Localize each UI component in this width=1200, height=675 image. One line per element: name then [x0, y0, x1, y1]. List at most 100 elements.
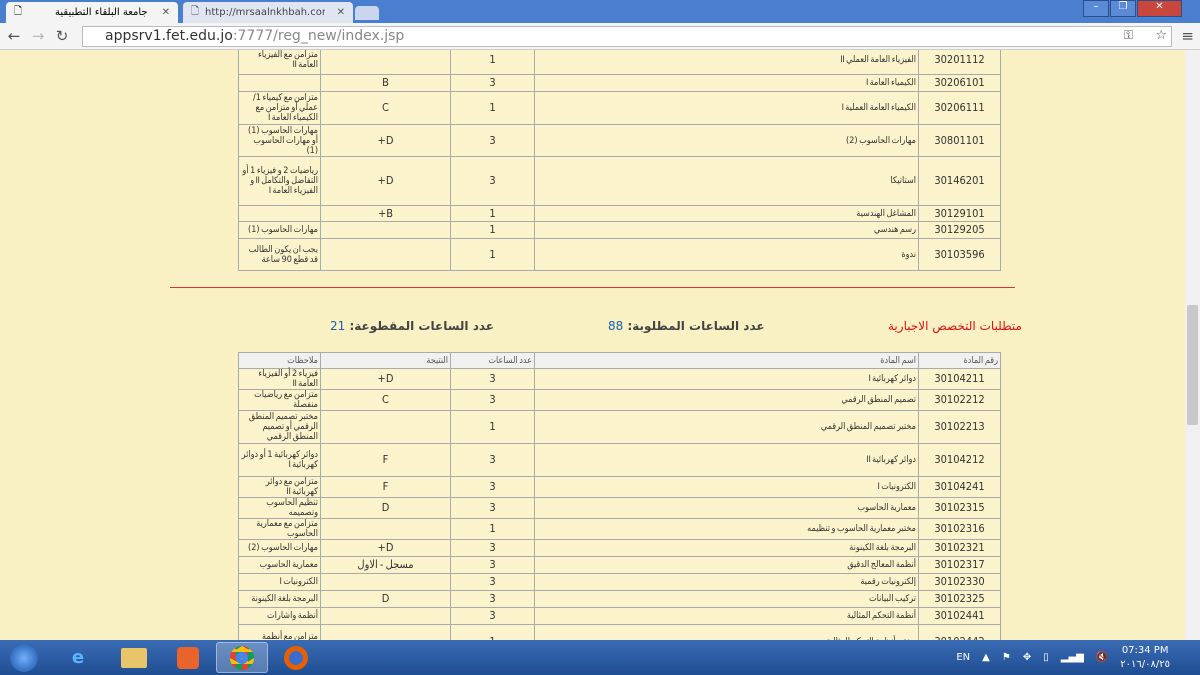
table-row: 30102330 إلكترونيات رقمية 3 الكترونيات I [238, 573, 1001, 591]
credit-hours: 3 [450, 124, 535, 157]
ie-icon[interactable]: e [52, 642, 104, 673]
course-result: D [320, 497, 451, 519]
reload-icon[interactable]: ↻ [50, 27, 74, 45]
course-result: C [320, 389, 451, 411]
page-icon: 🗋 [14, 6, 23, 17]
close-window-button[interactable]: ✕ [1137, 0, 1182, 17]
credit-hours: 1 [450, 91, 535, 125]
maximize-button[interactable]: ❐ [1110, 0, 1136, 17]
credit-hours: 3 [450, 607, 535, 625]
firefox-icon[interactable] [270, 642, 322, 673]
table-row: 30102316 مختبر معمارية الحاسوب و تنظيمه 1 م… [238, 518, 1001, 540]
battery-icon[interactable]: ▯ [1043, 652, 1049, 663]
key-icon[interactable]: ⚿ [1124, 28, 1133, 43]
credit-hours: 3 [450, 156, 535, 206]
star-icon[interactable]: ☆ [1155, 28, 1167, 43]
course-name: ندوة [534, 238, 919, 271]
course-notes [238, 205, 321, 222]
scrollbar-thumb[interactable] [1187, 305, 1198, 425]
course-code: 30129205 [918, 221, 1001, 239]
minimize-button[interactable]: – [1083, 0, 1109, 17]
credit-hours: 1 [450, 205, 535, 222]
browser-titlebar: 🗋 جامعة البلقاء التطبيقية ✕ 🗋 http://mrsaal… [0, 0, 1200, 50]
volume-muted-icon[interactable]: 🔇 [1096, 652, 1108, 663]
clock-date: ٢٠١٦/٠٨/٢٥ [1120, 658, 1170, 670]
course-name: البرمجة بلغة الكينونة [534, 539, 919, 557]
course-name: تصميم المنطق الرقمي [534, 389, 919, 411]
table-row: 30104211 دوائر كهربائية I 3 D+ فيزياء 2 أو ا… [238, 368, 1001, 390]
credit-hours: 3 [450, 368, 535, 390]
course-code: 30102442 [918, 624, 1001, 640]
course-code: 30102213 [918, 410, 1001, 444]
course-code: 30104212 [918, 443, 1001, 477]
course-name: تركيب البيانات [534, 590, 919, 608]
header-code: رقم المادة [918, 352, 1001, 369]
tab-title: جامعة البلقاء التطبيقية [55, 7, 148, 18]
url-path: :7777/reg_new/index.jsp [232, 28, 405, 44]
page-icon: 🗋 [191, 6, 200, 17]
action-center-flag-icon[interactable]: ⚑ [1002, 652, 1011, 663]
course-name: دوائر كهربائية I [534, 368, 919, 390]
course-name: الكيمياء العامة العملية I [534, 91, 919, 125]
close-tab-icon[interactable]: ✕ [162, 7, 170, 18]
menu-icon[interactable]: ≡ [1181, 27, 1194, 45]
table-row: 30104241 الكترونيات I 3 F متزامن مع دوائر كه… [238, 476, 1001, 498]
course-name: مختبر تصميم المنطق الرقمي [534, 410, 919, 444]
close-tab-icon[interactable]: ✕ [337, 7, 345, 18]
course-notes: البرمجة بلغة الكينونة [238, 590, 321, 608]
table-row: 30129101 المشاغل الهندسية 1 B+ [238, 205, 1001, 222]
network-settings-icon[interactable]: ✥ [1023, 652, 1031, 663]
start-icon[interactable] [0, 642, 48, 673]
language-indicator[interactable]: EN [956, 652, 970, 663]
show-hidden-icons[interactable]: ▲ [982, 652, 990, 663]
credit-hours: 3 [450, 556, 535, 574]
course-name: الفيزياء العامة العملي II [534, 50, 919, 75]
table-row: 30102442مختبر أنظمة التحكم المثالية1 متزا… [238, 624, 1001, 640]
course-result [320, 607, 451, 625]
back-icon[interactable]: ← [2, 27, 26, 45]
course-name: أنظمة المعالج الدقيق [534, 556, 919, 574]
header-result: النتيجة [320, 352, 451, 369]
credit-hours: 1 [450, 518, 535, 540]
explorer-icon[interactable] [108, 642, 160, 673]
tab-active[interactable]: 🗋 جامعة البلقاء التطبيقية ✕ [6, 2, 178, 23]
course-code: 30103596 [918, 238, 1001, 271]
tab-title: http://mrsaalnkhbah.com/ [205, 7, 326, 18]
media-player-icon[interactable] [162, 642, 214, 673]
course-result: B [320, 74, 451, 92]
course-notes [238, 74, 321, 92]
course-code: 30104241 [918, 476, 1001, 498]
course-code: 30102317 [918, 556, 1001, 574]
new-tab-button[interactable] [355, 6, 379, 20]
course-notes: دوائر كهربائية 1 أو دوائر كهربائية I [238, 443, 321, 477]
course-code: 30102321 [918, 539, 1001, 557]
signal-icon[interactable]: ▂▄▆ [1061, 652, 1084, 663]
course-notes: مهارات الحاسوب (1) أو مهارات الحاسوب (1) [238, 124, 321, 157]
course-code: 30102330 [918, 573, 1001, 591]
table-row: 30102212 تصميم المنطق الرقمي 3 C متزامن مع ر… [238, 389, 1001, 411]
section-divider [170, 287, 1015, 288]
table-row: 30102321 البرمجة بلغة الكينونة 3 D+ مهارات ا… [238, 539, 1001, 557]
clock[interactable]: 07:34 PM ٢٠١٦/٠٨/٢٥ [1120, 644, 1170, 672]
address-bar[interactable]: appsrv1.fet.edu.jo:7777/reg_new/index.js… [82, 26, 1172, 47]
vertical-scrollbar[interactable] [1185, 50, 1200, 640]
course-name: رسم هندسي [534, 221, 919, 239]
course-notes: معمارية الحاسوب [238, 556, 321, 574]
table-row: 30201112 الفيزياء العامة العملي II 1 متزامن… [238, 50, 1001, 75]
table-row: 30206111 الكيمياء العامة العملية I 1 C متزام… [238, 91, 1001, 125]
forward-icon[interactable]: → [26, 27, 50, 45]
course-result: D [320, 590, 451, 608]
header-notes: ملاحظات [238, 352, 321, 369]
course-name: إلكترونيات رقمية [534, 573, 919, 591]
tab-inactive[interactable]: 🗋 http://mrsaalnkhbah.com/ ✕ [183, 2, 353, 23]
course-notes: متزامن مع الفيزياء العامة II [238, 50, 321, 75]
course-name: أنظمة التحكم المثالية [534, 607, 919, 625]
table-row: 30102315 معمارية الحاسوب 3 D تنظيم الحاسوب و… [238, 497, 1001, 519]
required-hours: عدد الساعات المطلوبة: 88 [608, 319, 765, 333]
course-name: مختبر أنظمة التحكم المثالية [534, 624, 919, 640]
course-notes: فيزياء 2 أو الفيزياء العامة II [238, 368, 321, 390]
course-code: 30206101 [918, 74, 1001, 92]
credit-hours: 1 [450, 238, 535, 271]
chrome-icon[interactable] [216, 642, 268, 673]
credit-hours: 3 [450, 497, 535, 519]
